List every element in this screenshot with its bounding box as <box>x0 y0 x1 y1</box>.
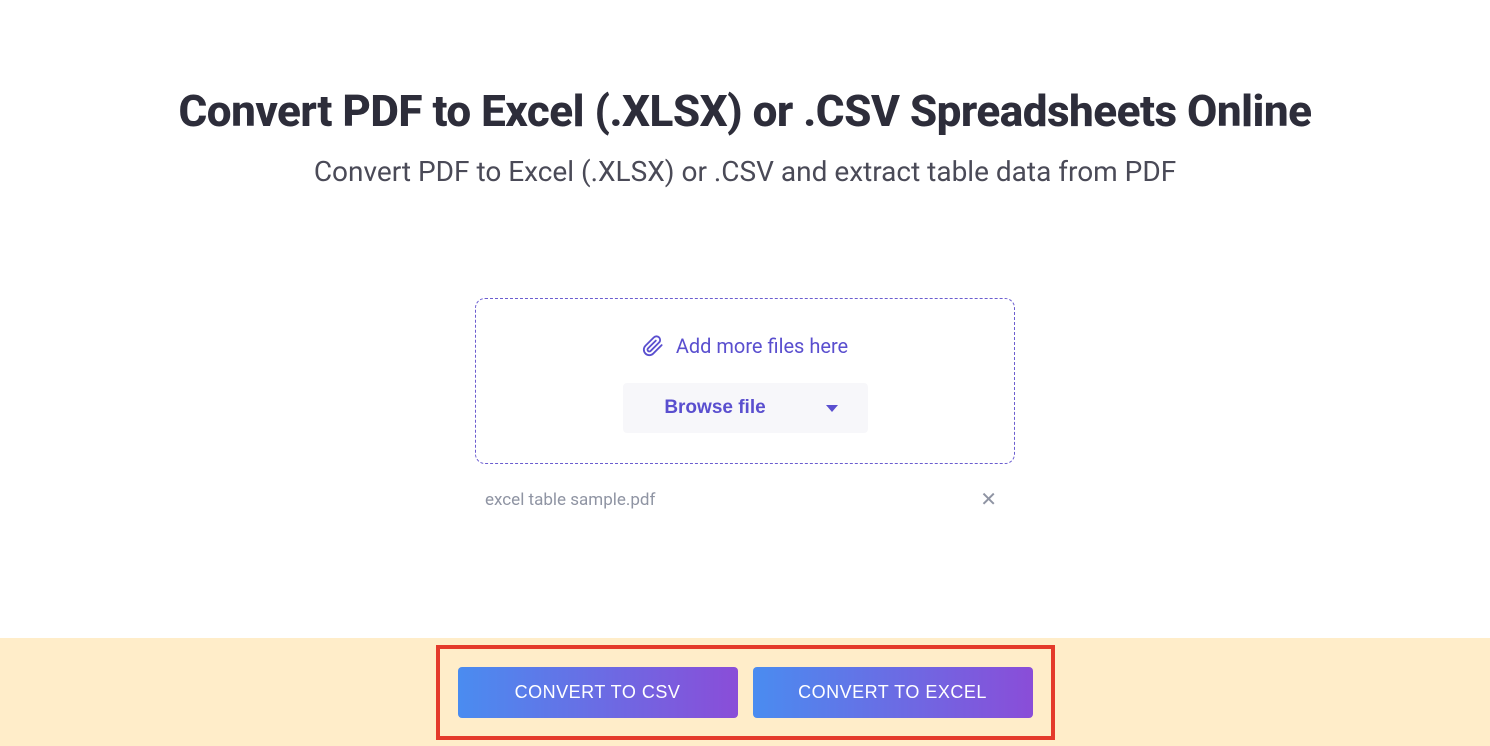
header-section: Convert PDF to Excel (.XLSX) or .CSV Spr… <box>0 0 1490 188</box>
highlight-box: CONVERT TO CSV CONVERT TO EXCEL <box>436 645 1055 740</box>
file-name: excel table sample.pdf <box>485 490 655 510</box>
upload-dropzone[interactable]: Add more files here Browse file <box>475 298 1015 464</box>
paperclip-icon <box>642 335 664 357</box>
chevron-down-icon <box>826 405 838 412</box>
add-more-label: Add more files here <box>676 334 848 358</box>
convert-to-csv-button[interactable]: CONVERT TO CSV <box>458 667 738 718</box>
browse-file-button[interactable]: Browse file <box>623 383 868 433</box>
page-subtitle: Convert PDF to Excel (.XLSX) or .CSV and… <box>0 155 1490 188</box>
file-row: excel table sample.pdf ✕ <box>475 486 1015 514</box>
close-icon: ✕ <box>980 489 997 511</box>
bottom-action-bar: CONVERT TO CSV CONVERT TO EXCEL <box>0 638 1490 746</box>
remove-file-button[interactable]: ✕ <box>972 486 1005 514</box>
browse-file-label: Browse file <box>664 397 765 419</box>
convert-to-excel-button[interactable]: CONVERT TO EXCEL <box>753 667 1033 718</box>
add-more-row: Add more files here <box>496 334 994 358</box>
page-title: Convert PDF to Excel (.XLSX) or .CSV Spr… <box>0 85 1490 137</box>
